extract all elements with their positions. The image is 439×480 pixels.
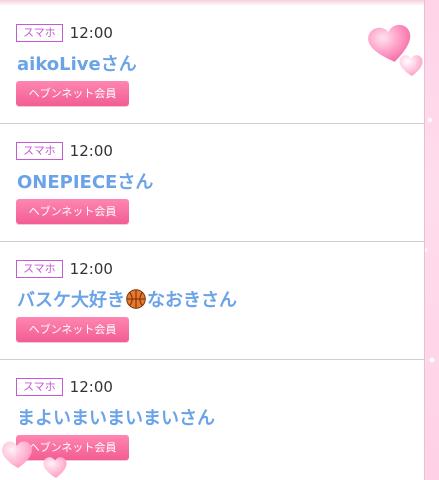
list-item[interactable]: スマホ 12:00 aikoLiveさん ヘブンネット会員 (0, 6, 424, 124)
device-badge: スマホ (16, 378, 63, 396)
hearts-icon (368, 25, 423, 76)
entry-time: 12:00 (69, 378, 113, 396)
entry-time: 12:00 (69, 260, 113, 278)
device-badge: スマホ (16, 24, 63, 42)
entry-meta: スマホ 12:00 (16, 23, 113, 43)
device-badge: スマホ (16, 142, 63, 160)
list-item[interactable]: スマホ 12:00 バスケ大好き なおきさん ヘブンネット会員 (0, 242, 424, 360)
member-badge: ヘブンネット会員 (16, 81, 129, 106)
user-name[interactable]: バスケ大好き なおきさん (17, 286, 237, 312)
device-badge: スマホ (16, 260, 63, 278)
entry-time: 12:00 (69, 142, 113, 160)
entry-meta: スマホ 12:00 (16, 259, 113, 279)
entry-time: 12:00 (69, 24, 113, 42)
user-name[interactable]: ONEPIECEさん (17, 168, 153, 194)
user-name-part: なおきさん (147, 290, 237, 311)
entry-meta: スマホ 12:00 (16, 141, 113, 161)
visitor-list-frame: スマホ 12:00 aikoLiveさん ヘブンネット会員 スマホ 12:00 … (0, 0, 439, 480)
user-name[interactable]: まよいまいまいまいさん (17, 404, 215, 430)
hearts-icon (2, 441, 67, 478)
user-name-part: バスケ大好き (17, 290, 125, 311)
basketball-icon (126, 289, 146, 309)
user-name[interactable]: aikoLiveさん (17, 50, 137, 76)
member-badge: ヘブンネット会員 (16, 317, 129, 342)
entry-meta: スマホ 12:00 (16, 377, 113, 397)
member-badge: ヘブンネット会員 (16, 199, 129, 224)
list-item[interactable]: スマホ 12:00 ONEPIECEさん ヘブンネット会員 (0, 124, 424, 242)
